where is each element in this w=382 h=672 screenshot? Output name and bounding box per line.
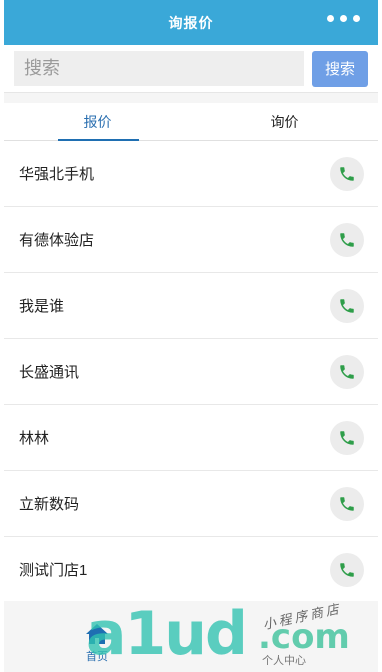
- list-item[interactable]: 华强北手机: [4, 141, 378, 207]
- call-button[interactable]: [330, 420, 364, 455]
- list-item[interactable]: 林林: [4, 405, 378, 471]
- dot: [353, 15, 360, 22]
- search-button[interactable]: 搜索: [312, 50, 368, 87]
- call-button[interactable]: [330, 222, 364, 257]
- call-button[interactable]: [330, 156, 364, 191]
- phone-icon: [340, 232, 354, 247]
- phone-icon: [340, 364, 354, 379]
- store-name: 立新数码: [19, 496, 80, 513]
- tab-bar: 报价 询价: [4, 103, 378, 141]
- store-name: 华强北手机: [19, 166, 95, 183]
- phone-icon: [340, 166, 354, 181]
- list-item[interactable]: 长盛通讯: [4, 339, 378, 405]
- search-input[interactable]: [14, 51, 304, 86]
- tab-quote[interactable]: 报价: [4, 103, 191, 141]
- nav-home[interactable]: 首页: [84, 623, 110, 664]
- call-button[interactable]: [330, 354, 364, 389]
- list-item[interactable]: 立新数码: [4, 471, 378, 537]
- call-button[interactable]: [330, 288, 364, 323]
- nav-me-label[interactable]: 个人中心: [262, 652, 306, 668]
- call-button[interactable]: [330, 552, 364, 587]
- list-item[interactable]: 有德体验店: [4, 207, 378, 273]
- app-frame: 询报价 搜索 报价 询价 华强北手机 有德体验店 我是谁: [4, 0, 378, 672]
- store-name: 我是谁: [19, 298, 65, 315]
- store-name: 长盛通讯: [19, 364, 80, 381]
- list-item[interactable]: 我是谁: [4, 273, 378, 339]
- home-icon: [86, 624, 108, 644]
- more-options-icon[interactable]: [327, 15, 360, 22]
- phone-icon: [340, 562, 354, 577]
- nav-home-label: 首页: [86, 651, 108, 663]
- store-name: 林林: [19, 430, 50, 447]
- phone-icon: [340, 430, 354, 445]
- title-bar: 询报价: [4, 0, 378, 45]
- phone-icon: [340, 298, 354, 313]
- store-name: 测试门店1: [19, 562, 88, 579]
- call-button[interactable]: [330, 486, 364, 521]
- store-name: 有德体验店: [19, 232, 95, 249]
- dot: [340, 15, 347, 22]
- list-item[interactable]: 测试门店1: [4, 537, 378, 603]
- search-bar: 搜索: [4, 45, 378, 93]
- bottom-nav: 首页 个人中心: [4, 601, 378, 672]
- page-title: 询报价: [168, 14, 214, 31]
- dot: [327, 15, 334, 22]
- tab-inquiry[interactable]: 询价: [191, 103, 378, 140]
- phone-icon: [340, 496, 354, 511]
- store-list: 华强北手机 有德体验店 我是谁 长盛通讯 林林 立新数码 测试门店1: [4, 141, 378, 603]
